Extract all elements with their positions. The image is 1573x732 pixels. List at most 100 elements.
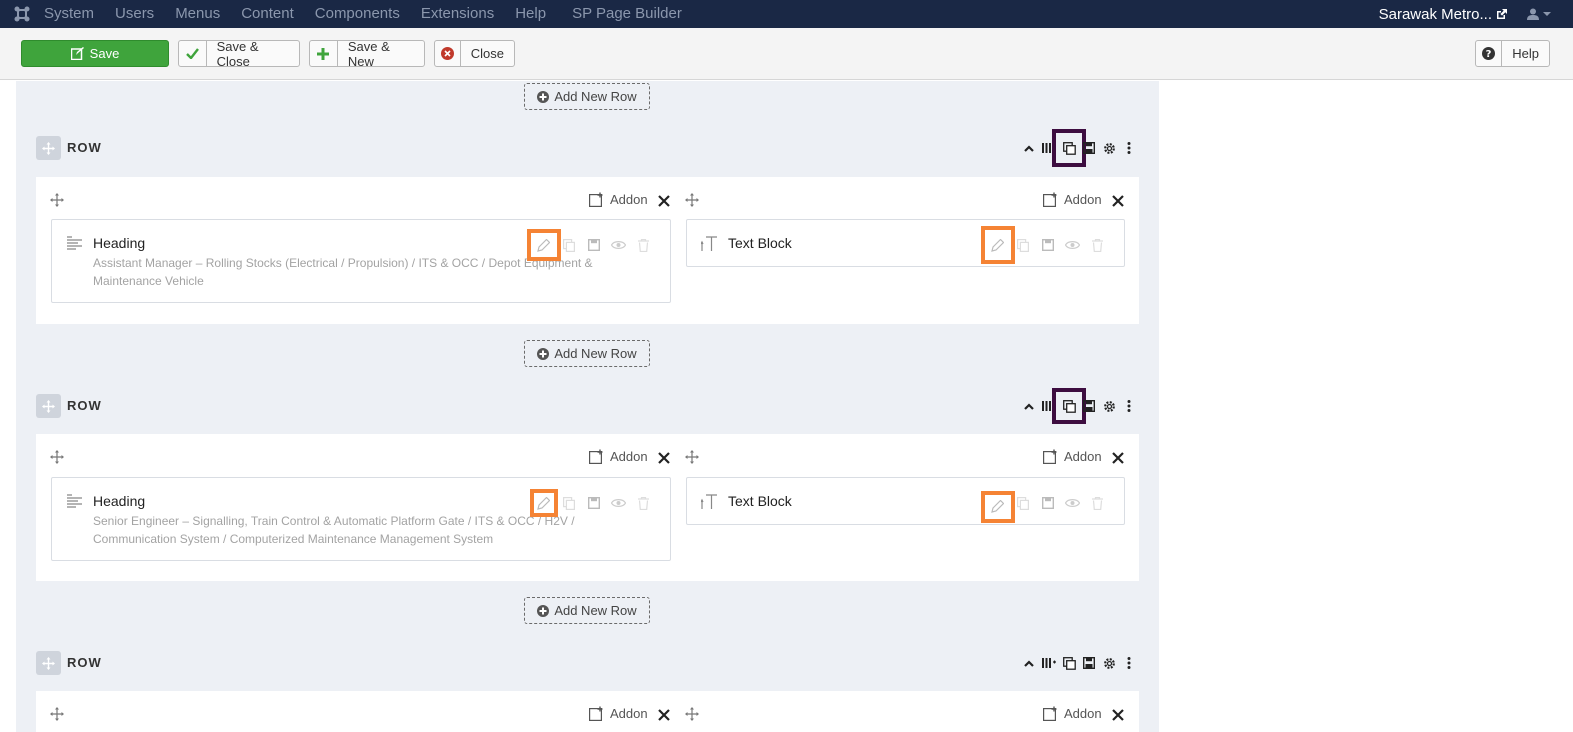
duplicate-icon[interactable]: [1059, 651, 1079, 675]
add-new-row-button[interactable]: Add New Row: [524, 83, 650, 110]
save-floppy-icon[interactable]: [1035, 234, 1060, 256]
builder-canvas: Add New Row ROW Addon Heading Assistant …: [16, 81, 1159, 732]
text-block-addon-icon: [701, 236, 717, 251]
column-move-icon[interactable]: [50, 450, 64, 464]
collapse-chevron-icon[interactable]: [1019, 651, 1039, 675]
nav-extensions[interactable]: Extensions: [421, 0, 494, 28]
row-title: ROW: [67, 140, 102, 155]
duplicate-icon[interactable]: [1052, 129, 1086, 167]
move-arrows-icon[interactable]: [36, 136, 61, 160]
eye-icon[interactable]: [606, 234, 631, 256]
nav-components[interactable]: Components: [315, 0, 400, 28]
nav-users[interactable]: Users: [115, 0, 154, 28]
collapse-chevron-icon[interactable]: [1019, 394, 1039, 418]
more-options-icon[interactable]: [1119, 651, 1139, 675]
eye-icon[interactable]: [1060, 234, 1085, 256]
column-move-icon[interactable]: [50, 193, 64, 207]
gear-icon[interactable]: [1099, 136, 1119, 160]
row-header: ROW: [36, 388, 1139, 424]
duplicate-icon[interactable]: [1052, 388, 1086, 424]
move-arrows-icon[interactable]: [36, 651, 61, 675]
more-options-icon[interactable]: [1119, 394, 1139, 418]
row-body: Addon Addon: [36, 691, 1139, 732]
gear-icon[interactable]: [1099, 651, 1119, 675]
heading-addon[interactable]: Heading Senior Engineer – Signalling, Tr…: [51, 477, 671, 561]
row-header: ROW: [36, 651, 1139, 675]
text-block-addon[interactable]: Text Block: [686, 219, 1125, 267]
add-addon-button[interactable]: Addon: [1043, 706, 1102, 721]
user-icon: [1527, 8, 1539, 20]
add-addon-button[interactable]: Addon: [589, 449, 648, 464]
row-title: ROW: [67, 398, 102, 413]
save-floppy-icon[interactable]: [581, 492, 606, 514]
column-settings-icon[interactable]: [657, 708, 671, 722]
column-move-icon[interactable]: [50, 707, 64, 721]
save-button[interactable]: Save: [21, 40, 169, 67]
add-addon-button[interactable]: Addon: [589, 706, 648, 721]
column-settings-icon[interactable]: [1111, 708, 1125, 722]
plus-circle-icon: [537, 90, 550, 103]
text-block-addon[interactable]: Text Block: [686, 477, 1125, 525]
copy-icon[interactable]: [1010, 492, 1035, 514]
nav-sp-page-builder[interactable]: SP Page Builder: [572, 0, 682, 28]
trash-icon[interactable]: [1085, 492, 1110, 514]
trash-icon[interactable]: [631, 492, 656, 514]
edit-pencil-icon[interactable]: [980, 226, 1015, 264]
add-addon-button[interactable]: Addon: [1043, 449, 1102, 464]
edit-pencil-icon[interactable]: [529, 489, 558, 517]
column-move-icon[interactable]: [685, 707, 699, 721]
site-link[interactable]: Sarawak Metro...: [1379, 6, 1507, 23]
row-title: ROW: [67, 655, 102, 670]
save-close-button[interactable]: Save & Close: [178, 39, 300, 69]
edit-icon: [70, 41, 84, 66]
add-addon-button[interactable]: Addon: [589, 192, 648, 207]
user-menu-button[interactable]: [1527, 8, 1551, 20]
save-floppy-icon[interactable]: [1079, 394, 1099, 418]
add-new-row-button[interactable]: Add New Row: [524, 340, 650, 367]
column-settings-icon[interactable]: [657, 194, 671, 208]
save-floppy-icon[interactable]: [1079, 651, 1099, 675]
save-new-button[interactable]: Save & New: [309, 39, 425, 69]
joomla-logo-icon[interactable]: [0, 0, 44, 28]
edit-pencil-icon[interactable]: [980, 491, 1015, 523]
more-options-icon[interactable]: [1119, 136, 1139, 160]
add-square-icon: [1043, 192, 1057, 207]
save-floppy-icon[interactable]: [581, 234, 606, 256]
save-floppy-icon[interactable]: [1035, 492, 1060, 514]
columns-icon[interactable]: [1039, 651, 1059, 675]
eye-icon[interactable]: [1060, 492, 1085, 514]
close-button[interactable]: Close: [434, 40, 515, 67]
heading-addon[interactable]: Heading Assistant Manager – Rolling Stoc…: [51, 219, 671, 303]
column-move-icon[interactable]: [685, 450, 699, 464]
trash-icon[interactable]: [631, 234, 656, 256]
help-button[interactable]: ? Help: [1475, 40, 1550, 67]
copy-icon[interactable]: [556, 492, 581, 514]
heading-addon-icon: [67, 236, 82, 250]
plus-icon: [310, 41, 338, 66]
column-settings-icon[interactable]: [1111, 451, 1125, 465]
caret-down-icon: [1543, 12, 1551, 16]
edit-pencil-icon[interactable]: [526, 229, 561, 261]
column-settings-icon[interactable]: [657, 451, 671, 465]
nav-system[interactable]: System: [44, 0, 94, 28]
nav-menus[interactable]: Menus: [175, 0, 220, 28]
external-link-icon: [1497, 8, 1507, 19]
nav-help[interactable]: Help: [515, 0, 546, 28]
eye-icon[interactable]: [606, 492, 631, 514]
copy-icon[interactable]: [1010, 234, 1035, 256]
row-toolbar: [1019, 388, 1139, 424]
trash-icon[interactable]: [1085, 234, 1110, 256]
site-name: Sarawak Metro...: [1378, 5, 1492, 23]
add-new-row-button[interactable]: Add New Row: [524, 597, 650, 624]
add-addon-button[interactable]: Addon: [1043, 192, 1102, 207]
collapse-chevron-icon[interactable]: [1019, 136, 1039, 160]
row-body: Addon Heading Assistant Manager – Rollin…: [36, 177, 1139, 324]
move-arrows-icon[interactable]: [36, 394, 61, 418]
save-floppy-icon[interactable]: [1079, 136, 1099, 160]
copy-icon[interactable]: [556, 234, 581, 256]
gear-icon[interactable]: [1099, 394, 1119, 418]
column-move-icon[interactable]: [685, 193, 699, 207]
svg-text:?: ?: [1486, 49, 1492, 60]
nav-content[interactable]: Content: [241, 0, 294, 28]
column-settings-icon[interactable]: [1111, 194, 1125, 208]
